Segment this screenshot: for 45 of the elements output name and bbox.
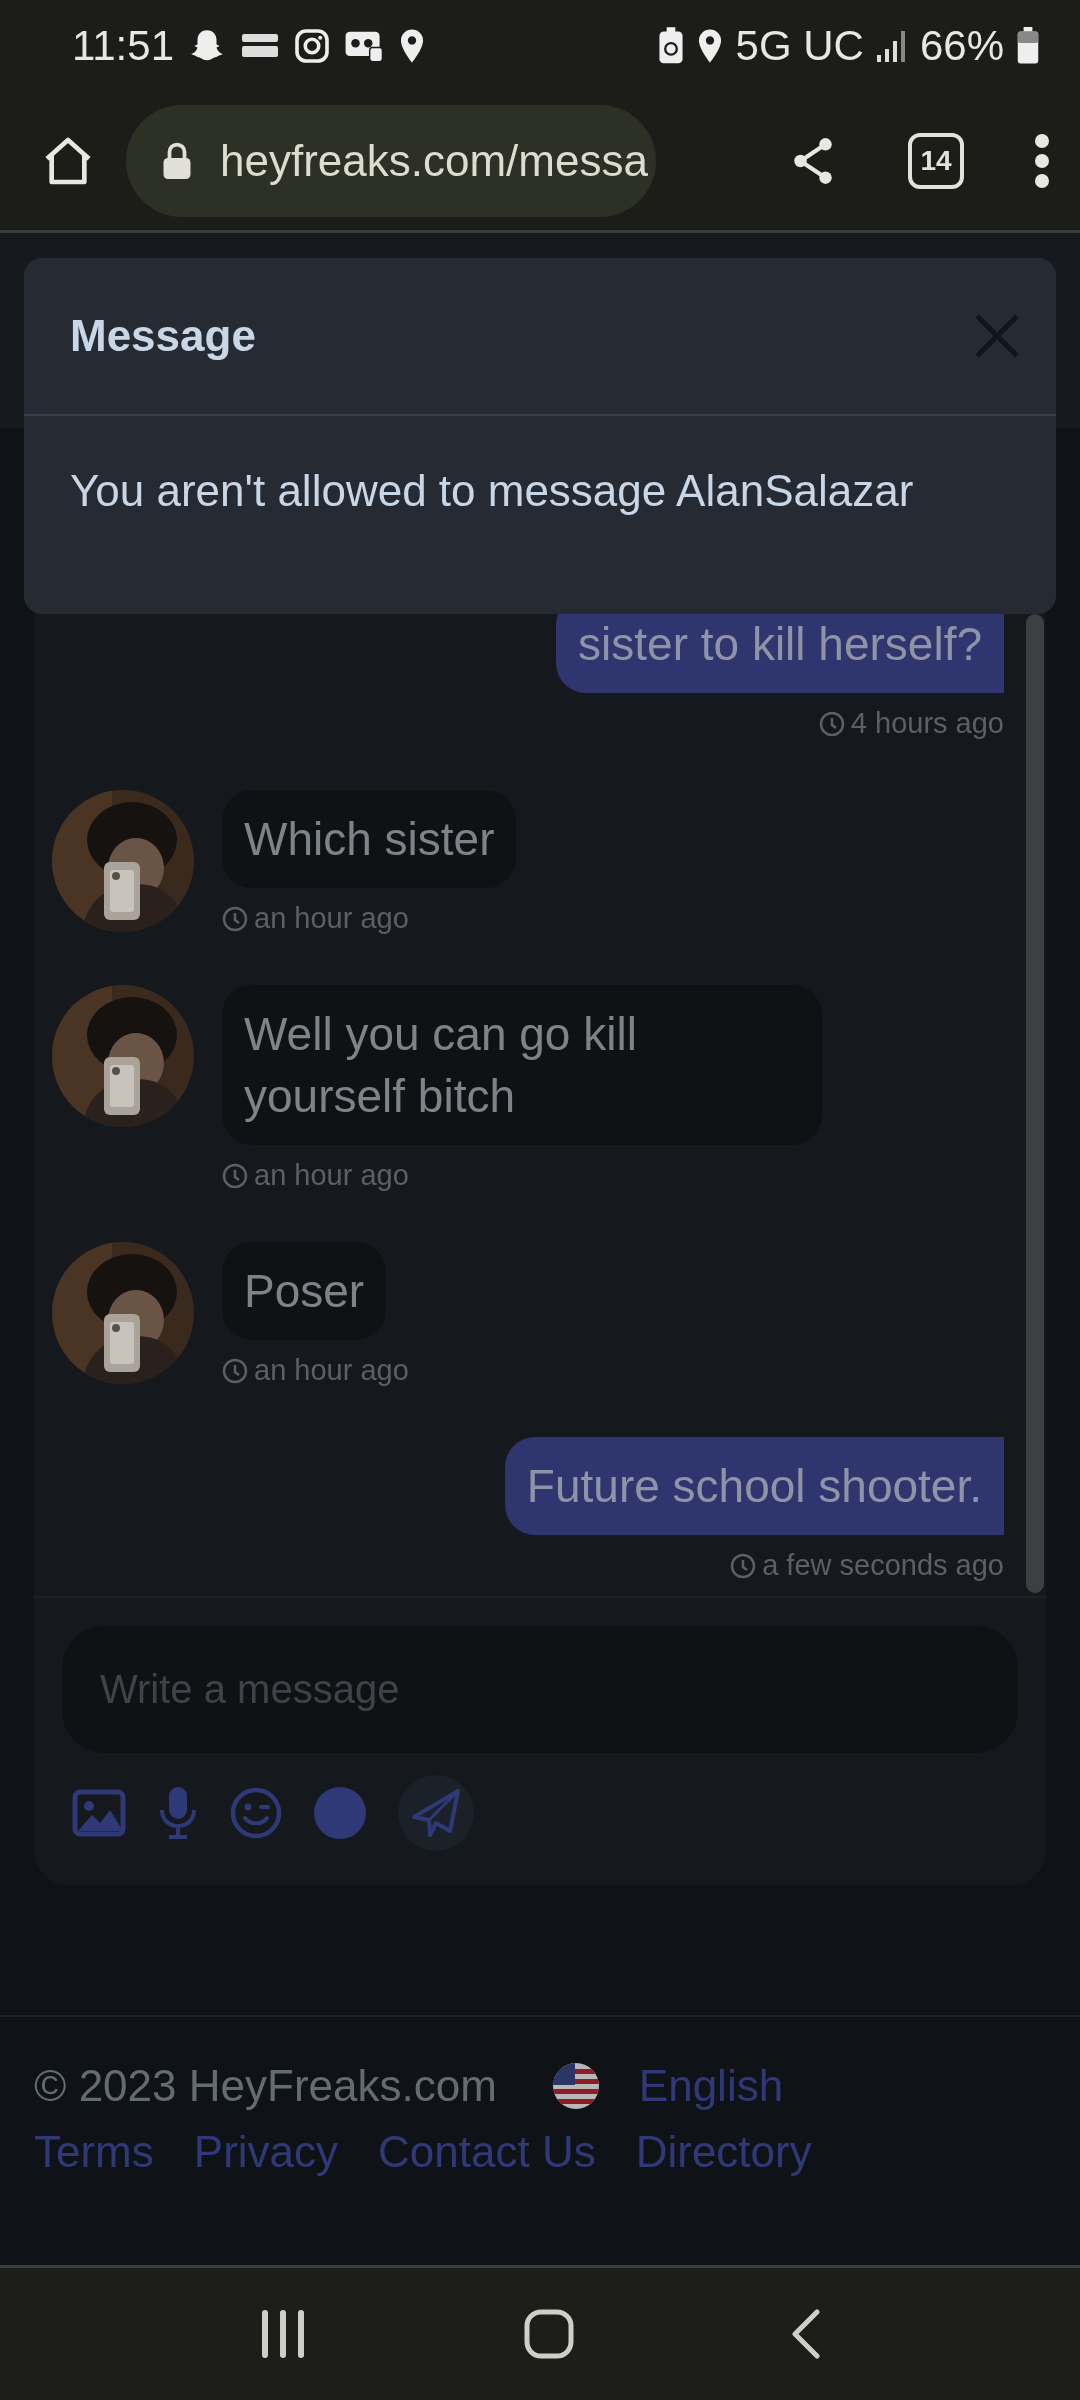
message-bubble: Future school shooter. xyxy=(504,1437,1004,1535)
menu-icon[interactable] xyxy=(1034,133,1050,189)
footer-link[interactable]: Privacy xyxy=(193,2127,339,2177)
network-label: 5G UC xyxy=(735,22,864,70)
clock-icon xyxy=(818,710,845,737)
clock-icon xyxy=(222,905,248,932)
camera-icon xyxy=(294,28,330,64)
battery-saver-icon xyxy=(657,27,684,65)
message-time: 4 hours ago xyxy=(850,707,1004,740)
message-bubble: Well you can go kill yourself bitch xyxy=(222,985,822,1145)
location-icon xyxy=(398,28,426,64)
voicemail-icon xyxy=(344,29,384,63)
footer-link[interactable]: Contact Us xyxy=(378,2127,596,2177)
language-link[interactable]: English xyxy=(638,2061,784,2111)
back-icon[interactable] xyxy=(791,2309,822,2359)
clock-icon xyxy=(222,1357,248,1384)
lock-icon xyxy=(162,141,192,181)
smiley-icon[interactable] xyxy=(230,1787,282,1839)
message-time: a few seconds ago xyxy=(762,1549,1004,1582)
tab-count-button[interactable]: 14 xyxy=(908,133,964,189)
address-bar[interactable]: heyfreaks.com/messa xyxy=(126,105,656,217)
message-bubble: Poser xyxy=(222,1242,387,1340)
home-button-icon[interactable] xyxy=(524,2309,574,2359)
battery-icon xyxy=(1016,27,1040,65)
microphone-icon[interactable] xyxy=(158,1786,198,1840)
close-icon[interactable] xyxy=(974,313,1020,359)
message-time: an hour ago xyxy=(254,1354,409,1387)
signal-icon xyxy=(875,29,908,63)
scrollbar[interactable] xyxy=(1026,614,1044,1593)
battery-percent: 66% xyxy=(919,22,1004,70)
paper-plane-icon xyxy=(410,1787,462,1839)
clock-icon xyxy=(730,1552,757,1579)
modal-title: Message xyxy=(70,311,256,361)
record-icon[interactable] xyxy=(314,1787,366,1839)
clock-time: 11:51 xyxy=(72,22,174,70)
copyright-text: © 2023 HeyFreaks.com xyxy=(34,2061,497,2111)
footer-link[interactable]: Directory xyxy=(635,2127,812,2177)
message-bubble: Which sister xyxy=(222,790,517,888)
flag-icon xyxy=(552,2063,599,2109)
clock-icon xyxy=(222,1162,248,1189)
modal-message: You aren't allowed to message AlanSalazar xyxy=(69,465,915,517)
image-icon[interactable] xyxy=(72,1789,126,1837)
message-time: an hour ago xyxy=(254,902,409,935)
message-time: an hour ago xyxy=(254,1159,409,1192)
footer-link[interactable]: Terms xyxy=(34,2127,154,2177)
